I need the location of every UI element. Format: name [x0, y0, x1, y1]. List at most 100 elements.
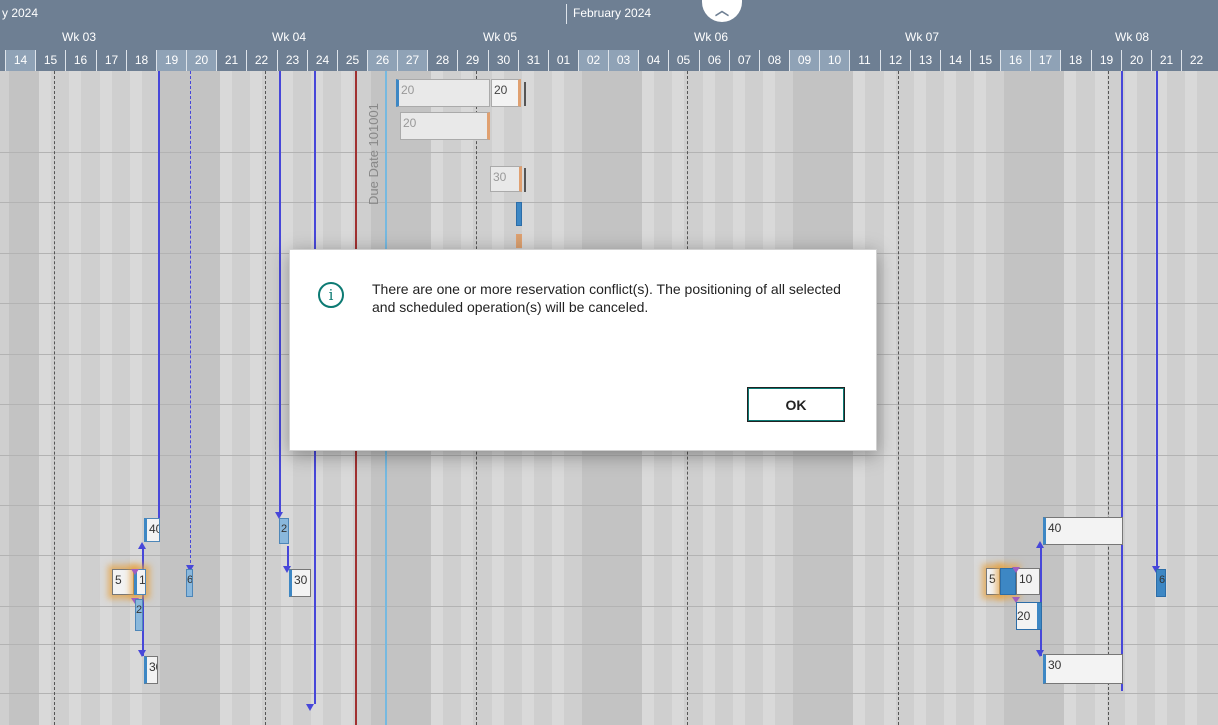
operation-bar[interactable]: 6: [1156, 569, 1166, 597]
month-header: y 2024 February 2024: [0, 0, 1218, 28]
operation-label: 40: [1048, 521, 1062, 535]
day-cell: 24: [307, 50, 337, 71]
operation-bar[interactable]: 20: [491, 79, 521, 107]
operation-bar[interactable]: 20: [400, 112, 490, 140]
operation-bar[interactable]: 30: [490, 166, 522, 192]
operation-marker: [524, 168, 526, 192]
day-cell: 15: [970, 50, 1000, 71]
operation-bar[interactable]: 2: [279, 518, 289, 544]
day-column: [69, 71, 81, 725]
day-cell: 09: [789, 50, 819, 71]
day-cell: 19: [1091, 50, 1121, 71]
dialog-message: There are one or more reservation confli…: [372, 281, 841, 315]
day-column: [974, 71, 986, 725]
day-cell: 11: [849, 50, 879, 71]
operation-bar[interactable]: 30: [1043, 654, 1123, 684]
day-cell: 16: [1000, 50, 1030, 71]
day-cell: 03: [608, 50, 638, 71]
day-cell: 26: [367, 50, 397, 71]
week-label: Wk 07: [905, 30, 940, 44]
day-cell: 08: [759, 50, 789, 71]
operation-label: 30: [493, 170, 507, 184]
operation-bar[interactable]: [516, 202, 522, 226]
day-cell: 21: [1151, 50, 1181, 71]
operation-bar[interactable]: 20: [396, 79, 490, 107]
day-cell: 17: [1030, 50, 1060, 71]
operation-label: 6: [187, 574, 193, 586]
operation-label: 2: [136, 604, 143, 616]
day-cell: 07: [729, 50, 759, 71]
month-label: February 2024: [573, 6, 652, 20]
operation-label: 30: [294, 573, 308, 587]
day-cell: 21: [216, 50, 246, 71]
row-separator: [0, 152, 1218, 153]
day-column: [190, 71, 220, 725]
link-arrow: [138, 542, 146, 549]
day-cell: 14: [940, 50, 970, 71]
day-cell: 20: [186, 50, 216, 71]
day-cell: 02: [578, 50, 608, 71]
operation-bar[interactable]: 6: [186, 569, 193, 597]
ok-button[interactable]: OK: [747, 387, 845, 422]
week-divider: [898, 71, 899, 725]
operation-label: 5: [989, 572, 996, 586]
day-cell: 10: [819, 50, 849, 71]
day-cell: 23: [277, 50, 307, 71]
week-label: Wk 04: [272, 30, 307, 44]
day-cell: 28: [427, 50, 457, 71]
operation-label: 10: [1019, 572, 1033, 586]
operation-bar[interactable]: [516, 234, 522, 248]
week-header: Wk 03 Wk 04 Wk 05 Wk 06 Wk 07 Wk 08: [0, 28, 1218, 50]
link-arrow: [306, 704, 314, 711]
operation-bar[interactable]: 20: [1016, 602, 1042, 630]
week-divider: [54, 71, 55, 725]
operation-bar[interactable]: 40: [1043, 517, 1123, 545]
day-cell: 18: [126, 50, 156, 71]
day-cell: 12: [880, 50, 910, 71]
operation-label: 40: [149, 522, 159, 536]
due-date-label: Due Date 101001: [366, 103, 381, 205]
operation-label: 30: [1048, 658, 1062, 672]
day-column: [1064, 71, 1076, 725]
operation-label: 20: [1017, 603, 1037, 629]
day-column: [914, 71, 926, 725]
operation-bar[interactable]: 30: [144, 656, 158, 684]
week-label: Wk 06: [694, 30, 729, 44]
day-cell: 22: [1181, 50, 1211, 71]
week-label: Wk 05: [483, 30, 518, 44]
row-separator: [0, 555, 1218, 556]
day-cell: 14: [5, 50, 35, 71]
day-cell: 25: [337, 50, 367, 71]
day-cell: 06: [699, 50, 729, 71]
week-label: Wk 08: [1115, 30, 1150, 44]
operation-label: 5: [115, 573, 122, 587]
operation-label: 2: [281, 523, 288, 535]
info-icon: i: [318, 282, 344, 308]
day-column: [250, 71, 262, 725]
day-cell: 27: [397, 50, 427, 71]
day-cell: 04: [638, 50, 668, 71]
day-column: [9, 71, 39, 725]
week-label: Wk 03: [62, 30, 97, 44]
operation-bar[interactable]: 5: [986, 568, 1000, 595]
day-column: [220, 71, 232, 725]
operation-label: 6: [1159, 574, 1166, 586]
operation-bar[interactable]: 40: [144, 518, 160, 542]
operation-marker: [524, 82, 526, 106]
day-cell: 13: [910, 50, 940, 71]
day-cell: 01: [548, 50, 578, 71]
dependency-link: [1121, 71, 1123, 691]
dependency-link: [279, 71, 281, 512]
week-divider: [265, 71, 266, 725]
link-arrow: [1036, 541, 1044, 548]
day-cell: 05: [668, 50, 698, 71]
operation-label: 20: [401, 83, 415, 97]
operation-bar[interactable]: 30: [289, 569, 311, 597]
day-column: [160, 71, 190, 725]
week-divider: [1108, 71, 1109, 725]
operation-bar[interactable]: 2: [135, 599, 143, 631]
day-cell: 29: [457, 50, 487, 71]
dependency-link: [287, 546, 289, 566]
day-column: [100, 71, 112, 725]
day-cell: 19: [156, 50, 186, 71]
